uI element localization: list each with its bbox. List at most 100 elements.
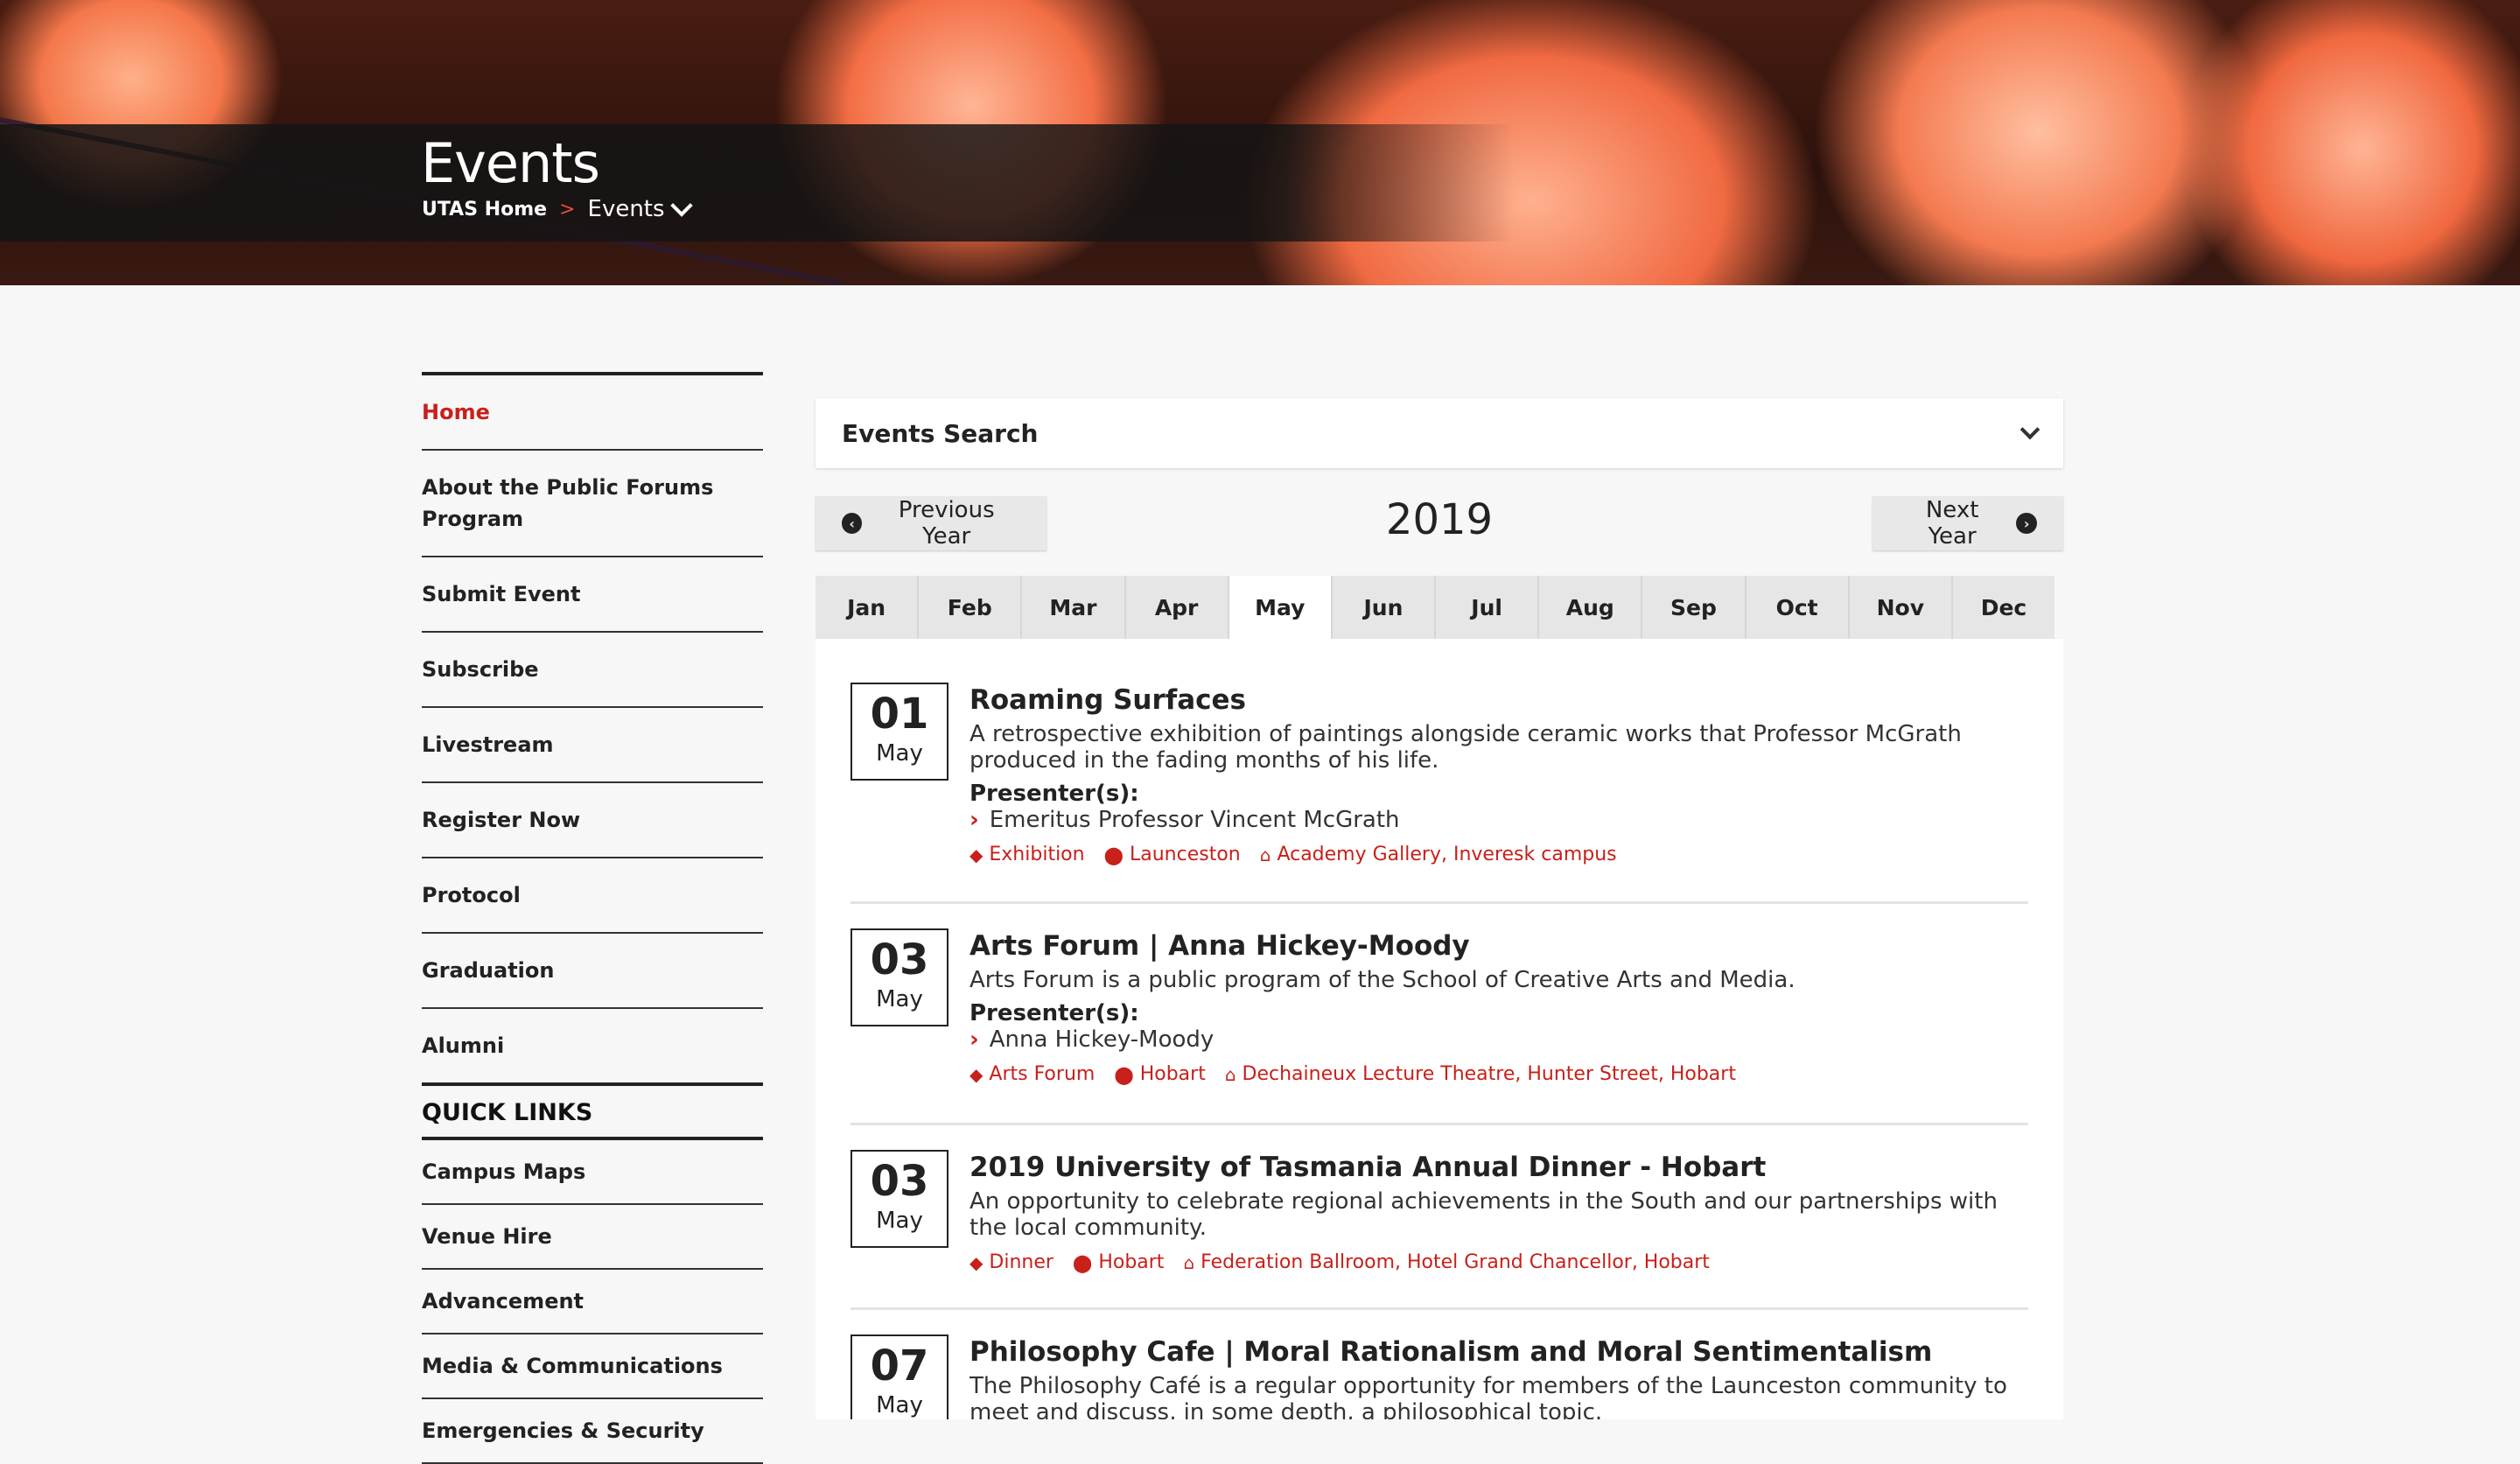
event-category[interactable]: ◆ Dinner (970, 1251, 1054, 1273)
event-title-link[interactable]: Roaming Surfaces (970, 683, 2028, 718)
sidebar-item-home[interactable]: Home (422, 375, 763, 451)
quick-link-campus-maps[interactable]: Campus Maps (422, 1140, 763, 1205)
presenter-name: Anna Hickey-Moody (989, 1026, 1214, 1053)
presenter: › Anna Hickey-Moody (970, 1026, 2028, 1053)
current-year: 2019 (1385, 495, 1494, 544)
tab-oct[interactable]: Oct (1746, 576, 1850, 639)
tab-jun[interactable]: Jun (1332, 576, 1437, 639)
map-marker-icon: ⬤ (1072, 1251, 1093, 1273)
breadcrumb-home-link[interactable]: UTAS Home (422, 199, 547, 221)
home-icon: ⌂ (1183, 1251, 1195, 1273)
event-location-label: Hobart (1098, 1251, 1165, 1273)
chevron-down-icon (669, 194, 693, 217)
event-day: 01 (870, 690, 929, 739)
previous-year-label: Previous Year (898, 497, 995, 550)
next-year-label: Next Year (1925, 497, 1979, 550)
event-tags: ◆ Exhibition ⬤ Launceston ⌂ Academy Gallery… (970, 844, 2028, 865)
event-day: 03 (870, 1157, 929, 1206)
event-item: 03 May Arts Forum | Anna Hickey-Moody Ar… (850, 928, 2028, 1125)
sidebar-item-about[interactable]: About the Public Forums Program (422, 451, 763, 557)
event-category[interactable]: ◆ Exhibition (970, 844, 1085, 865)
presenter-label: Presenter(s): (970, 1000, 1139, 1026)
event-body: Arts Forum | Anna Hickey-Moody Arts Foru… (970, 928, 2028, 1085)
tab-jul[interactable]: Jul (1436, 576, 1540, 639)
presenter: › Emeritus Professor Vincent McGrath (970, 807, 2028, 833)
quick-link-advancement[interactable]: Advancement (422, 1270, 763, 1334)
tag-icon: ◆ (970, 844, 984, 865)
tab-sep[interactable]: Sep (1642, 576, 1746, 639)
event-category-label: Exhibition (989, 844, 1085, 865)
map-marker-icon: ⬤ (1103, 844, 1124, 865)
tab-aug[interactable]: Aug (1539, 576, 1643, 639)
quick-link-media[interactable]: Media & Communications (422, 1334, 763, 1399)
sidebar-item-subscribe[interactable]: Subscribe (422, 633, 763, 708)
event-category-label: Arts Forum (989, 1063, 1096, 1085)
sidebar-item-alumni[interactable]: Alumni (422, 1009, 763, 1086)
chevron-right-icon: › (970, 807, 979, 833)
tag-icon: ◆ (970, 1063, 984, 1085)
event-day: 07 (870, 1341, 929, 1390)
circle-arrow-left-icon: ‹ (842, 513, 863, 534)
event-body: Roaming Surfaces A retrospective exhibit… (970, 683, 2028, 865)
quick-link-venue-hire[interactable]: Venue Hire (422, 1205, 763, 1270)
event-title-link[interactable]: Arts Forum | Anna Hickey-Moody (970, 928, 2028, 963)
event-date: 07 May (850, 1334, 948, 1419)
tab-may[interactable]: May (1228, 576, 1333, 639)
event-venue-label: Dechaineux Lecture Theatre, Hunter Stree… (1242, 1063, 1736, 1085)
tab-apr[interactable]: Apr (1125, 576, 1229, 639)
presenter-label: Presenter(s): (970, 781, 1139, 807)
event-title-link[interactable]: Philosophy Cafe | Moral Rationalism and … (970, 1334, 2028, 1369)
event-tags: ◆ Arts Forum ⬤ Hobart ⌂ Dechaineux Lecture … (970, 1063, 2028, 1085)
tab-nov[interactable]: Nov (1849, 576, 1953, 639)
event-month: May (876, 1208, 923, 1234)
event-title-link[interactable]: 2019 University of Tasmania Annual Dinne… (970, 1150, 2028, 1185)
previous-year-button[interactable]: ‹ Previous Year (816, 496, 1046, 550)
hero-banner: Events UTAS Home > Events (0, 0, 2520, 285)
event-description: A retrospective exhibition of paintings … (970, 721, 1962, 774)
home-icon: ⌂ (1259, 844, 1271, 865)
event-item: 01 May Roaming Surfaces A retrospective … (850, 683, 2028, 904)
event-location[interactable]: ⬤ Launceston (1104, 844, 1241, 865)
circle-arrow-right-icon: › (2016, 513, 2037, 534)
next-year-button[interactable]: Next Year › (1872, 496, 2063, 550)
event-description: Arts Forum is a public program of the Sc… (970, 967, 1796, 993)
event-description: An opportunity to celebrate regional ach… (970, 1188, 1998, 1241)
event-body: Philosophy Cafe | Moral Rationalism and … (970, 1334, 2028, 1419)
page-title: Events (421, 131, 600, 195)
breadcrumb: UTAS Home > Events (422, 194, 693, 222)
breadcrumb-current-dropdown[interactable]: Events (588, 194, 693, 222)
presenter-name: Emeritus Professor Vincent McGrath (989, 807, 1400, 833)
event-month: May (876, 986, 923, 1012)
event-venue[interactable]: ⌂ Federation Ballroom, Hotel Grand Chance… (1183, 1251, 1710, 1273)
event-venue-label: Academy Gallery, Inveresk campus (1277, 844, 1617, 865)
event-venue-label: Federation Ballroom, Hotel Grand Chancel… (1200, 1251, 1710, 1273)
events-search-label: Events Search (842, 418, 1039, 448)
event-item: 03 May 2019 University of Tasmania Annua… (850, 1150, 2028, 1310)
events-list: 01 May Roaming Surfaces A retrospective … (816, 639, 2063, 1419)
event-description: The Philosophy Café is a regular opportu… (970, 1373, 2007, 1419)
sidebar-item-protocol[interactable]: Protocol (422, 858, 763, 934)
event-month: May (876, 1392, 923, 1418)
event-day: 03 (870, 935, 929, 984)
sidebar-nav: Home About the Public Forums Program Sub… (422, 372, 763, 1086)
event-category[interactable]: ◆ Arts Forum (970, 1063, 1095, 1085)
event-venue[interactable]: ⌂ Academy Gallery, Inveresk campus (1260, 844, 1617, 865)
chevron-down-icon (2020, 419, 2040, 440)
sidebar-item-graduation[interactable]: Graduation (422, 934, 763, 1009)
sidebar-item-register-now[interactable]: Register Now (422, 783, 763, 858)
sidebar-item-livestream[interactable]: Livestream (422, 708, 763, 783)
event-location[interactable]: ⬤ Hobart (1114, 1063, 1206, 1085)
quick-links-title: QUICK LINKS (422, 1099, 593, 1126)
tab-feb[interactable]: Feb (919, 576, 1023, 639)
sidebar-item-submit-event[interactable]: Submit Event (422, 557, 763, 633)
tab-jan[interactable]: Jan (816, 576, 920, 639)
tab-dec[interactable]: Dec (1952, 576, 2055, 639)
quick-link-emergencies[interactable]: Emergencies & Security (422, 1399, 763, 1464)
event-venue[interactable]: ⌂ Dechaineux Lecture Theatre, Hunter Stre… (1225, 1063, 1736, 1085)
tab-mar[interactable]: Mar (1022, 576, 1126, 639)
event-item: 07 May Philosophy Cafe | Moral Rationali… (850, 1334, 2028, 1419)
event-location[interactable]: ⬤ Hobart (1073, 1251, 1165, 1273)
events-search-toggle[interactable]: Events Search (816, 398, 2063, 468)
hero-title-band (0, 124, 1514, 242)
chevron-right-icon: › (970, 1026, 979, 1053)
